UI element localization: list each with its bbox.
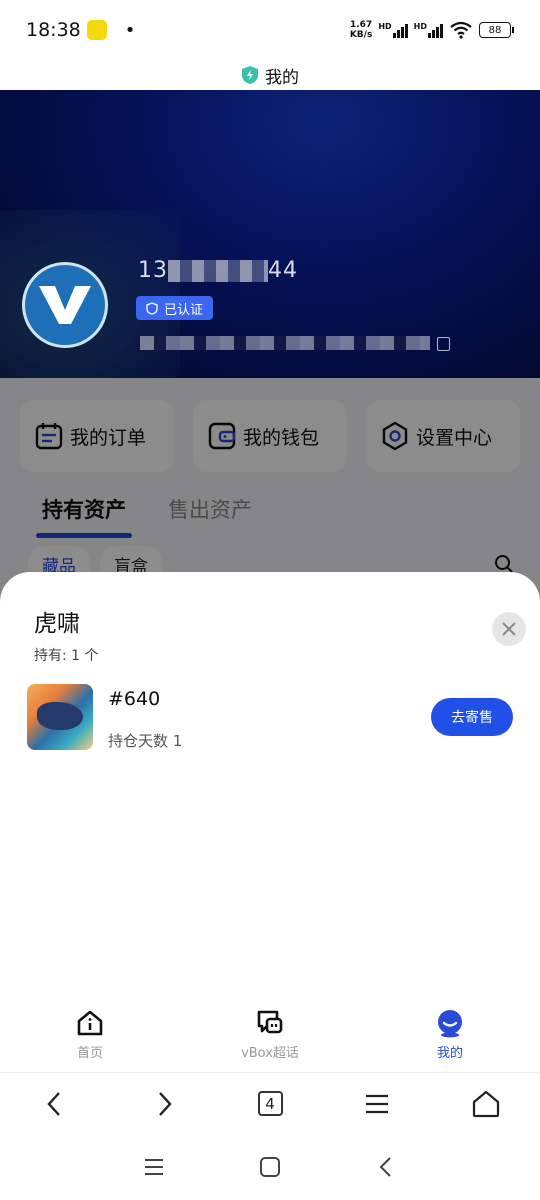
verified-label: 已认证 [164, 302, 204, 318]
status-bar: 18:38 • 1.67 KB/s HD HD 88 [0, 0, 540, 60]
back-icon[interactable] [40, 1089, 70, 1119]
close-icon [502, 622, 516, 636]
sheet-title: 虎啸 [34, 611, 80, 637]
holding-days: 持仓天数 1 [108, 732, 183, 750]
wallet-address-mosaic [140, 336, 430, 350]
phone-mosaic [168, 260, 268, 282]
close-button[interactable] [492, 612, 526, 646]
phone-number: 13 44 [138, 258, 298, 283]
vbox-logo-icon [39, 286, 91, 324]
avatar[interactable] [22, 262, 108, 348]
browser-toolbar: 4 [0, 1072, 540, 1134]
consign-button[interactable]: 去寄售 [431, 698, 513, 736]
profile-icon [438, 1010, 462, 1038]
battery-icon: 88 [479, 22, 514, 38]
browser-home-icon[interactable] [471, 1089, 501, 1119]
nav-vbox-label: vBox超话 [241, 1046, 299, 1061]
nav-home[interactable]: 首页 [0, 1000, 180, 1072]
home-icon [77, 1010, 103, 1036]
holding-count: 持有: 1 个 [34, 648, 99, 664]
phone-suffix: 44 [268, 258, 298, 283]
system-back-icon[interactable] [374, 1155, 398, 1179]
hd-label: HD [378, 22, 392, 31]
wifi-icon [450, 21, 472, 39]
net-speed: 1.67 KB/s [350, 20, 372, 40]
system-home-icon[interactable] [258, 1155, 282, 1179]
copy-icon[interactable] [437, 337, 450, 351]
net-speed-value: 1.67 [349, 20, 373, 30]
system-nav-bar [0, 1134, 540, 1200]
tabs-count-button[interactable]: 4 [257, 1091, 283, 1116]
bottom-nav: 首页 vBox超话 我的 [0, 1000, 540, 1072]
hd-label-2: HD [413, 22, 427, 31]
collectible-thumbnail[interactable] [27, 684, 93, 750]
chat-icon [257, 1010, 283, 1034]
nav-home-label: 首页 [76, 1046, 103, 1061]
menu-icon[interactable] [362, 1089, 392, 1119]
notification-app-icon [86, 20, 107, 40]
page-header: 我的 [0, 60, 540, 90]
signal-icon-2: HD [414, 22, 443, 38]
status-right: 1.67 KB/s HD HD 88 [350, 20, 514, 40]
nav-me-label: 我的 [436, 1046, 463, 1061]
nav-me[interactable]: 我的 [360, 1000, 540, 1072]
nav-vbox-topics[interactable]: vBox超话 [180, 1000, 360, 1072]
net-speed-unit: KB/s [349, 30, 373, 40]
verified-badge: 已认证 [136, 296, 214, 320]
status-dot: • [124, 19, 136, 41]
app-page: 18:38 • 1.67 KB/s HD HD 88 我的 13 44 已认证 … [0, 0, 540, 1200]
forward-icon[interactable] [149, 1089, 179, 1119]
verified-shield-icon [146, 301, 158, 315]
battery-level: 88 [479, 22, 511, 38]
signal-icon: HD [378, 22, 408, 38]
shield-icon [242, 66, 258, 84]
status-time: 18:38 [26, 19, 81, 41]
page-title: 我的 [265, 67, 299, 88]
recent-apps-icon[interactable] [142, 1155, 166, 1179]
phone-prefix: 13 [138, 258, 168, 283]
collectible-id: #640 [108, 688, 161, 710]
tiger-artwork [37, 702, 83, 730]
